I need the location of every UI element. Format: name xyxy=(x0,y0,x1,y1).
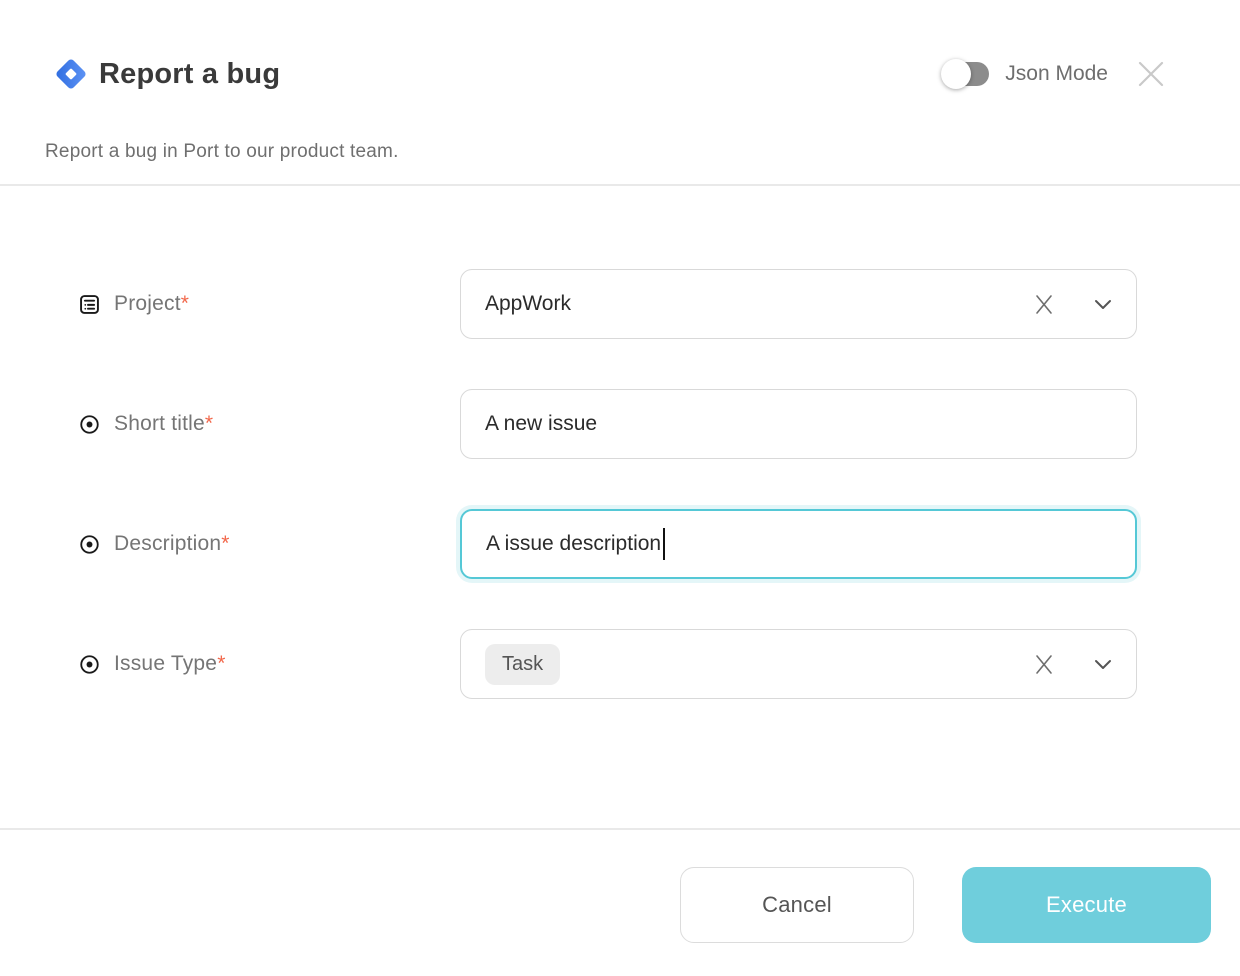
jira-app-icon xyxy=(52,55,90,93)
list-icon xyxy=(78,293,101,316)
required-marker: * xyxy=(205,412,213,435)
field-row-project: Project* AppWork xyxy=(78,269,1137,339)
close-icon[interactable] xyxy=(1136,59,1166,89)
execute-button[interactable]: Execute xyxy=(962,867,1211,943)
json-mode-label: Json Mode xyxy=(1005,62,1108,86)
toggle-knob xyxy=(941,59,971,89)
radio-icon xyxy=(78,533,101,556)
action-form: Project* AppWork Short title* A new issu… xyxy=(0,186,1240,828)
issue-type-label: Issue Type* xyxy=(78,652,460,676)
issue-type-chip[interactable]: Task xyxy=(485,644,560,685)
description-value: A issue description xyxy=(486,532,661,556)
short-title-label: Short title* xyxy=(78,412,460,436)
modal-header: Report a bug Json Mode Report a bug in P… xyxy=(0,0,1240,163)
radio-icon xyxy=(78,653,101,676)
chevron-down-icon[interactable] xyxy=(1092,653,1114,675)
clear-icon[interactable] xyxy=(1029,289,1059,319)
description-label: Description* xyxy=(78,532,460,556)
field-row-issue-type: Issue Type* Task xyxy=(78,629,1137,699)
cancel-button[interactable]: Cancel xyxy=(680,867,914,943)
field-label-text: Description* xyxy=(114,532,230,556)
issue-type-select[interactable]: Task xyxy=(460,629,1137,699)
field-label-text: Project* xyxy=(114,292,189,316)
text-cursor xyxy=(663,528,665,560)
required-marker: * xyxy=(221,532,229,555)
field-label-text: Short title* xyxy=(114,412,213,436)
page-subtitle: Report a bug in Port to our product team… xyxy=(45,141,1166,163)
description-input[interactable]: A issue description xyxy=(460,509,1137,579)
field-row-description: Description* A issue description xyxy=(78,509,1137,579)
project-select[interactable]: AppWork xyxy=(460,269,1137,339)
required-marker: * xyxy=(181,292,189,315)
modal-footer: Cancel Execute xyxy=(0,830,1240,943)
page-title: Report a bug xyxy=(99,58,280,91)
short-title-input[interactable]: A new issue xyxy=(460,389,1137,459)
required-marker: * xyxy=(217,652,225,675)
field-row-short-title: Short title* A new issue xyxy=(78,389,1137,459)
clear-icon[interactable] xyxy=(1029,649,1059,679)
project-value: AppWork xyxy=(485,292,571,316)
short-title-value: A new issue xyxy=(485,412,597,436)
field-label-text: Issue Type* xyxy=(114,652,226,676)
chevron-down-icon[interactable] xyxy=(1092,293,1114,315)
radio-icon xyxy=(78,413,101,436)
json-mode-toggle[interactable] xyxy=(945,62,989,86)
project-label: Project* xyxy=(78,292,460,316)
